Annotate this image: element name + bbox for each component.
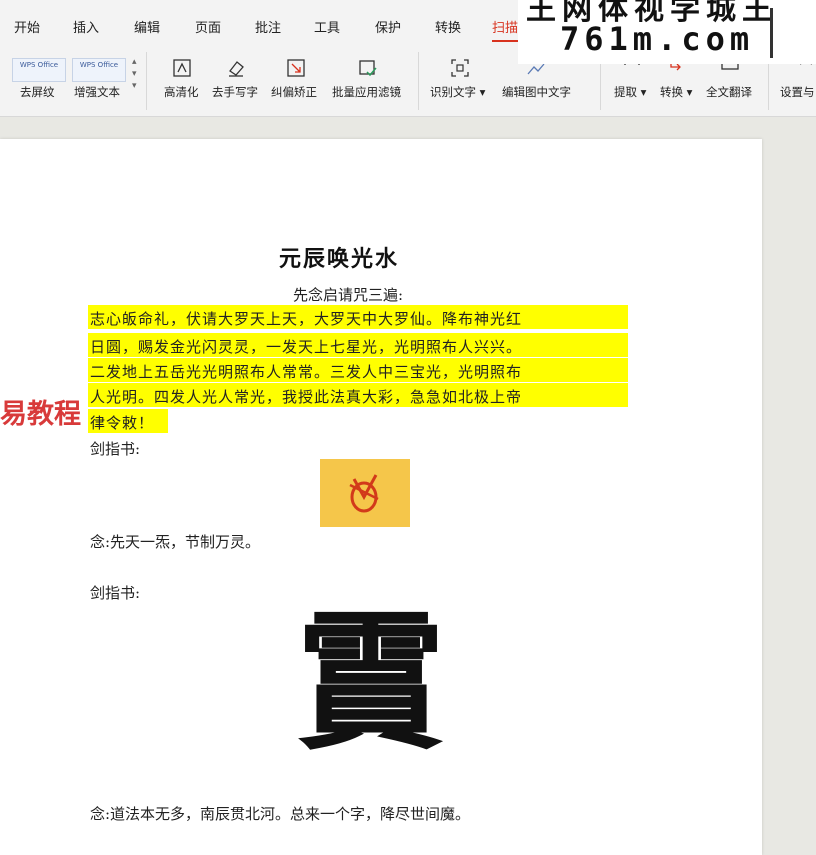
talisman-image[interactable] xyxy=(320,459,410,527)
tab-comment[interactable]: 批注 xyxy=(255,17,281,36)
highlighted-line: 日圆，赐发金光闪灵灵，一发天上七星光，光明照布人兴兴。 xyxy=(90,338,523,356)
tab-convert[interactable]: 转换 xyxy=(435,17,461,36)
eraser-icon xyxy=(229,61,244,77)
batch-filter-icon xyxy=(359,60,377,77)
tab-start[interactable]: 开始 xyxy=(14,17,40,36)
highlighted-line: 志心皈命礼，伏请大罗天上天，大罗天中大罗仙。降布神光红 xyxy=(90,310,523,328)
intro-text: 先念启请咒三遍: xyxy=(293,286,404,304)
convert-button[interactable]: 转换 ▾ xyxy=(660,84,692,100)
document-title: 元辰唤光水 xyxy=(279,246,400,272)
full-translate-button[interactable]: 全文翻译 xyxy=(706,84,752,100)
tab-insert[interactable]: 插入 xyxy=(73,17,99,36)
hd-icon xyxy=(173,59,191,77)
tab-tools[interactable]: 工具 xyxy=(314,17,340,36)
ribbon-separator xyxy=(418,52,419,110)
batch-filter-button[interactable]: 批量应用滤镜 xyxy=(332,84,401,100)
overlay-watermark-text: 易教程 xyxy=(0,399,81,430)
sword-finger-label: 剑指书: xyxy=(90,440,141,458)
ocr-icon xyxy=(451,59,469,77)
talisman-character: 霣 xyxy=(296,595,447,771)
ribbon-separator xyxy=(146,52,147,110)
edit-image-text-button[interactable]: 编辑图中文字 xyxy=(502,84,571,100)
talisman-symbol-icon xyxy=(349,474,379,513)
deskew-icon xyxy=(287,59,305,77)
chant-text-1: 念:先天一炁，节制万灵。 xyxy=(90,533,261,551)
sword-finger-label: 剑指书: xyxy=(90,584,141,602)
tab-page[interactable]: 页面 xyxy=(195,17,221,36)
highlighted-line: 二发地上五岳光光明照布人常常。三发人中三宝光，光明照布 xyxy=(90,363,523,381)
tab-edit[interactable]: 编辑 xyxy=(134,17,160,36)
watermark-bar xyxy=(770,8,773,58)
enhance-text-button[interactable]: 增强文本 xyxy=(74,84,120,100)
ocr-button[interactable]: 识别文字 ▾ xyxy=(430,84,485,100)
settings-button[interactable]: 设置与 xyxy=(780,84,815,100)
remove-handwriting-button[interactable]: 去手写字 xyxy=(212,84,258,100)
gallery-scroll-arrows[interactable]: ▴ ▾ ▾ xyxy=(132,56,137,92)
filter-thumbnail-moire[interactable]: WPS Office xyxy=(12,58,66,82)
highlighted-line: 律令敕！ xyxy=(90,414,155,432)
watermark-domain: 761m.com xyxy=(560,20,755,58)
hd-button[interactable]: 高清化 xyxy=(164,84,199,100)
deskew-button[interactable]: 纠偏矫正 xyxy=(271,84,317,100)
filter-thumbnail-enhance[interactable]: WPS Office xyxy=(72,58,126,82)
tab-scan[interactable]: 扫描 xyxy=(492,17,519,42)
tab-protect[interactable]: 保护 xyxy=(375,17,401,36)
extract-button[interactable]: 提取 ▾ xyxy=(614,84,646,100)
highlighted-line: 人光明。四发人光人常光，我授此法真大彩，急急如北极上帝 xyxy=(90,388,523,406)
moire-removal-button[interactable]: 去屏纹 xyxy=(20,84,55,100)
chant-text-2: 念:道法本无多，南辰贯北河。总来一个字，降尽世间魔。 xyxy=(90,805,471,823)
